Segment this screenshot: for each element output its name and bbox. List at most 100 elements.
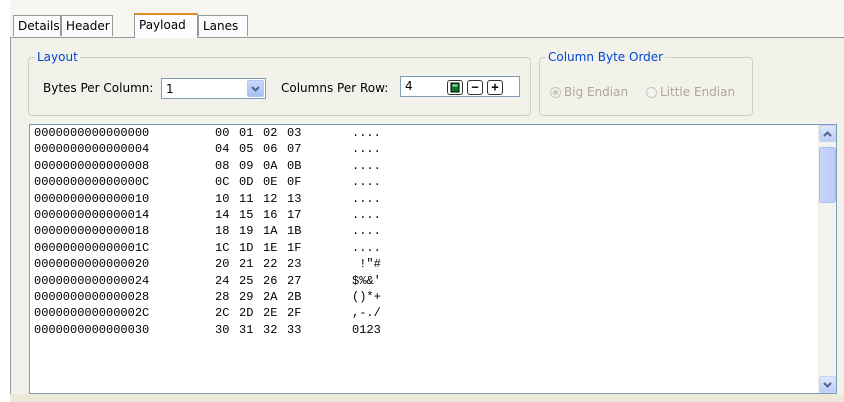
hex-address: 0000000000000008 [34,158,150,173]
hex-byte: 09 [239,158,254,173]
decrement-button[interactable]: − [467,80,483,95]
hex-byte: 1E [263,240,278,255]
hex-byte: 21 [239,257,254,272]
hex-address: 0000000000000020 [34,257,150,272]
hex-byte: 15 [239,207,254,222]
columns-per-row-stepper[interactable]: 4 − + [400,76,520,97]
increment-button[interactable]: + [487,80,503,95]
hex-byte: 22 [263,257,278,272]
radio-unselected-icon [646,87,657,98]
hex-ascii: .... [352,175,381,190]
columns-per-row-label: Columns Per Row: [281,81,389,95]
big-endian-radio[interactable]: Big Endian [550,85,628,99]
hex-ascii: ()*+ [352,289,381,304]
hex-byte: 14 [215,207,230,222]
big-endian-label: Big Endian [564,85,629,99]
hex-byte: 33 [287,322,302,337]
calculator-icon[interactable] [447,80,463,95]
little-endian-radio[interactable]: Little Endian [646,85,735,99]
hex-byte: 2A [263,289,278,304]
hex-byte: 01 [239,126,254,140]
hex-byte: 17 [287,207,302,222]
byte-order-legend: Column Byte Order [548,50,664,64]
hex-address: 0000000000000000 [34,126,150,140]
hex-byte: 1D [239,240,254,255]
tab-details[interactable]: Details [13,15,61,36]
hex-byte: 0D [239,175,254,190]
hex-byte: 13 [287,191,302,206]
hex-row: 0000000000000014 14 15 16 17.... [34,207,814,223]
hex-byte: 11 [239,191,254,206]
bytes-per-column-label: Bytes Per Column: [43,81,154,95]
hex-row: 0000000000000024 24 25 26 27 $%&' [34,273,814,289]
tab-header[interactable]: Header [61,15,113,36]
hex-row: 000000000000002C 2C 2D 2E 2F ,-./ [34,305,814,321]
hex-view[interactable]: 0000000000000000 00 01 02 03.... 000000000000… [29,124,837,394]
hex-row: 0000000000000028 28 29 2A 2B ()*+ [34,289,814,305]
hex-byte: 29 [239,289,254,304]
hex-byte: 2B [287,289,302,304]
bytes-per-column-select[interactable]: 1 [161,78,266,99]
hex-row: 0000000000000008 08 09 0A 0B.... [34,158,814,174]
hex-byte: 0B [287,158,302,173]
hex-address: 0000000000000010 [34,191,150,206]
hex-address: 000000000000001C [34,240,150,255]
layout-legend: Layout [37,50,78,64]
hex-address: 000000000000000C [34,175,150,190]
hex-byte: 23 [287,257,302,272]
hex-byte: 30 [215,322,230,337]
hex-address: 0000000000000030 [34,322,150,337]
hex-byte: 26 [263,273,278,288]
hex-byte: 2F [287,306,302,321]
hex-ascii: ,-./ [352,306,381,321]
tab-lanes[interactable]: Lanes [198,15,248,36]
hex-byte: 28 [215,289,230,304]
hex-ascii: .... [352,240,381,255]
hex-byte: 12 [263,191,278,206]
hex-byte: 1B [287,224,302,239]
hex-byte: 2E [263,306,278,321]
hex-byte: 18 [215,224,230,239]
hex-byte: 07 [287,142,302,157]
hex-address: 0000000000000014 [34,207,150,222]
hex-byte: 1F [287,240,302,255]
hex-byte: 0E [263,175,278,190]
hex-byte: 27 [287,273,302,288]
hex-address: 0000000000000018 [34,224,150,239]
radio-selected-icon [550,87,561,98]
bottom-margin [10,394,844,402]
tab-strip: Details Header Payload Lanes [10,0,844,38]
hex-address: 0000000000000004 [34,142,150,157]
hex-row: 0000000000000010 10 11 12 13.... [34,191,814,207]
scroll-thumb[interactable] [819,147,836,203]
hex-byte: 08 [215,158,230,173]
hex-byte: 10 [215,191,230,206]
scroll-down-arrow-icon[interactable] [819,376,836,393]
hex-byte: 0F [287,175,302,190]
hex-byte: 20 [215,257,230,272]
scroll-up-arrow-icon[interactable] [819,125,836,142]
hex-byte: 19 [239,224,254,239]
hex-row: 000000000000001C 1C 1D 1E 1F.... [34,240,814,256]
chevron-down-icon[interactable] [247,80,264,97]
hex-byte: 25 [239,273,254,288]
hex-address: 0000000000000024 [34,273,150,288]
hex-byte: 05 [239,142,254,157]
hex-byte: 1C [215,240,230,255]
hex-byte: 03 [287,126,302,140]
hex-byte: 24 [215,273,230,288]
hex-row: 0000000000000018 18 19 1A 1B.... [34,223,814,239]
hex-row: 0000000000000020 20 21 22 23 !"# [34,256,814,272]
hex-byte: 02 [263,126,278,140]
app-window: Details Header Payload Lanes Layout Byte… [0,0,844,402]
hex-byte: 2C [215,306,230,321]
hex-byte: 04 [215,142,230,157]
hex-address: 000000000000002C [34,306,150,321]
hex-byte: 2D [239,306,254,321]
tab-payload[interactable]: Payload [134,13,198,38]
hex-row: 0000000000000000 00 01 02 03.... [34,125,814,141]
hex-byte: 0A [263,158,278,173]
vertical-scrollbar[interactable] [818,125,836,393]
hex-row: 000000000000000C 0C 0D 0E 0F.... [34,174,814,190]
hex-ascii: .... [352,224,381,239]
